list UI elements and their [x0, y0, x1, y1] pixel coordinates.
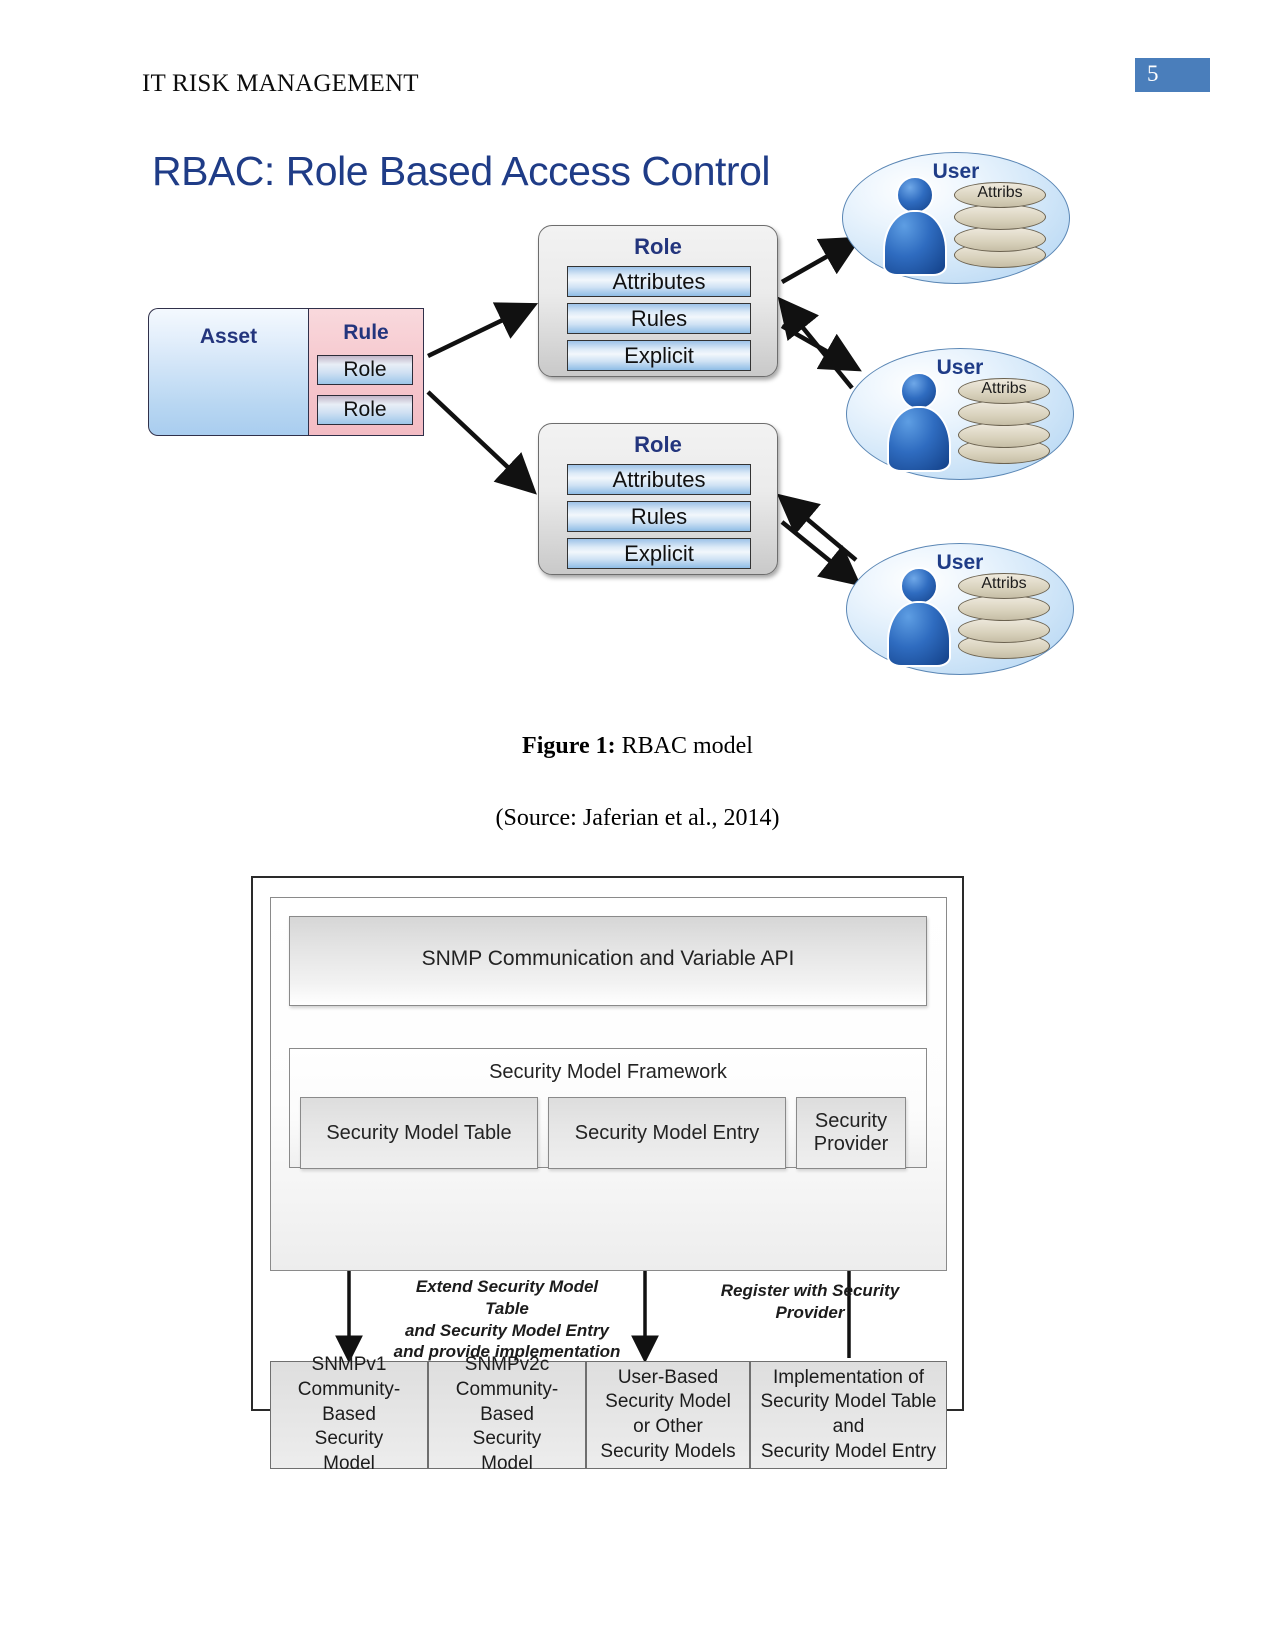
- person-body-icon: [887, 601, 951, 667]
- figure-1-source: (Source: Jaferian et al., 2014): [495, 805, 780, 831]
- security-model-framework-box: Security Model Framework Security Model …: [289, 1048, 927, 1169]
- security-model-framework-title: Security Model Framework: [489, 1061, 727, 1083]
- annotation-register-with-security-provider: Register with Security Provider: [720, 1281, 900, 1322]
- person-icon: [886, 372, 952, 472]
- asset-label: Asset: [199, 325, 258, 348]
- user-based-security-model-cell[interactable]: User-Based Security Model or Other Secur…: [586, 1361, 750, 1469]
- implementation-security-model-cell[interactable]: Implementation of Security Model Table a…: [750, 1361, 947, 1469]
- snmp-implementations-row: SNMPv1 Community-Based Security Model SN…: [270, 1354, 947, 1475]
- page-header: IT RISK MANAGEMENT 5: [0, 58, 1275, 108]
- person-body-icon: [883, 210, 947, 276]
- asset-box[interactable]: Asset: [148, 308, 308, 436]
- database-icon: Attribs: [954, 182, 1046, 268]
- user-attribs-label-2: Attribs: [981, 380, 1027, 397]
- role-group-2-rules[interactable]: Rules: [567, 501, 751, 532]
- user-label-1: User: [932, 160, 980, 183]
- user-label-2: User: [936, 356, 984, 379]
- rule-box[interactable]: Rule Role Role: [308, 308, 424, 436]
- snmpv1-community-based-cell[interactable]: SNMPv1 Community-Based Security Model: [270, 1354, 428, 1474]
- snmp-annotations: Extend Security Model Table and Security…: [270, 1276, 947, 1361]
- role-group-2-title: Role: [634, 432, 682, 457]
- annotation-extend-security-model: Extend Security Model Table and Security…: [393, 1277, 621, 1362]
- person-icon: [886, 567, 952, 667]
- security-provider-cell[interactable]: Security Provider: [796, 1097, 906, 1169]
- user-node-3[interactable]: User Attribs: [846, 543, 1074, 675]
- role-group-1-explicit[interactable]: Explicit: [567, 340, 751, 371]
- rule-role-slot-2[interactable]: Role: [317, 395, 413, 425]
- figure-1-caption: Figure 1: RBAC model: [0, 733, 1275, 760]
- asset-rule-group: Asset Rule Role Role: [148, 308, 424, 436]
- role-group-1-title: Role: [634, 234, 682, 259]
- rbac-diagram-title: RBAC: Role Based Access Control: [152, 148, 771, 194]
- page-title: IT RISK MANAGEMENT: [142, 70, 419, 97]
- role-group-2-explicit[interactable]: Explicit: [567, 538, 751, 569]
- snmp-api-label: SNMP Communication and Variable API: [421, 947, 795, 970]
- snmp-api-box[interactable]: SNMP Communication and Variable API: [289, 916, 927, 1006]
- security-model-entry-cell[interactable]: Security Model Entry: [548, 1097, 786, 1169]
- database-icon: Attribs: [958, 573, 1050, 659]
- role-group-1-rules[interactable]: Rules: [567, 303, 751, 334]
- database-icon: Attribs: [958, 378, 1050, 464]
- user-attribs-label-3: Attribs: [981, 575, 1027, 592]
- role-group-1-attributes[interactable]: Attributes: [567, 266, 751, 297]
- user-label-3: User: [936, 551, 984, 574]
- role-group-1[interactable]: Role Attributes Rules Explicit: [538, 225, 778, 377]
- figure-1-caption-text: RBAC model: [615, 733, 753, 759]
- user-attribs-label-1: Attribs: [977, 184, 1023, 201]
- user-node-2[interactable]: User Attribs: [846, 348, 1074, 480]
- snmp-outer-container: SNMP Communication and Variable API Secu…: [270, 897, 947, 1271]
- role-group-2[interactable]: Role Attributes Rules Explicit: [538, 423, 778, 575]
- user-node-1[interactable]: User Attribs: [842, 152, 1070, 284]
- page-number-badge: 5: [1135, 58, 1210, 92]
- figure-1-caption-prefix: Figure 1:: [522, 733, 616, 759]
- role-group-2-attributes[interactable]: Attributes: [567, 464, 751, 495]
- person-icon: [882, 176, 948, 276]
- person-body-icon: [887, 406, 951, 472]
- rule-label: Rule: [343, 321, 389, 344]
- security-model-table-cell[interactable]: Security Model Table: [300, 1097, 538, 1169]
- page-number: 5: [1147, 61, 1159, 86]
- rbac-diagram: RBAC: Role Based Access Control Asset Ru…: [140, 130, 1100, 720]
- rule-role-slot-1[interactable]: Role: [317, 355, 413, 385]
- snmp-diagram: SNMP Communication and Variable API Secu…: [251, 876, 964, 1474]
- snmpv2c-community-based-cell[interactable]: SNMPv2c Community-Based Security Model: [428, 1354, 586, 1474]
